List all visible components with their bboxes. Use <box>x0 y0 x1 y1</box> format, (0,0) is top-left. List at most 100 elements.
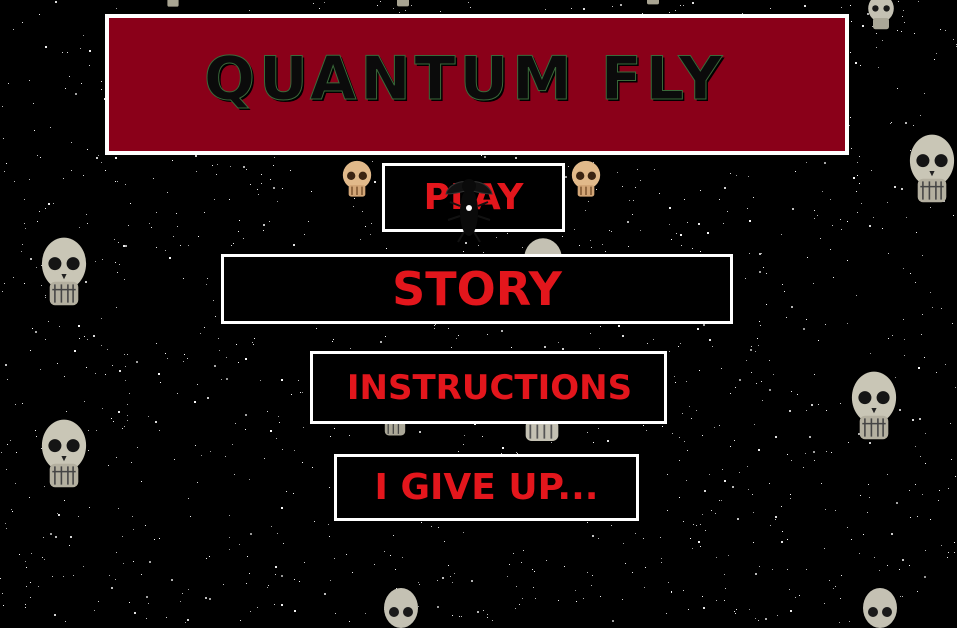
star <box>932 307 933 308</box>
star <box>6 469 7 470</box>
star <box>102 259 103 260</box>
star <box>955 387 956 388</box>
star <box>870 353 871 354</box>
star <box>66 411 67 412</box>
star <box>939 490 940 491</box>
star <box>955 476 956 477</box>
star <box>293 244 295 246</box>
star <box>674 376 675 377</box>
star <box>33 103 34 104</box>
star <box>789 410 791 412</box>
star <box>515 608 516 609</box>
star <box>891 533 893 535</box>
star <box>683 5 684 6</box>
star <box>182 593 183 594</box>
star <box>938 500 939 501</box>
star <box>840 598 841 599</box>
star <box>299 581 300 582</box>
star <box>7 379 8 380</box>
star <box>183 361 184 362</box>
star <box>329 536 330 537</box>
star <box>273 165 274 166</box>
star <box>709 474 710 475</box>
star <box>195 445 196 446</box>
star <box>829 580 830 581</box>
star <box>250 184 251 185</box>
star <box>860 65 861 66</box>
star <box>787 454 788 455</box>
star <box>887 565 888 566</box>
star <box>286 491 287 492</box>
star <box>235 423 236 424</box>
star <box>136 361 138 363</box>
star <box>814 374 815 375</box>
skull-icon <box>868 0 894 30</box>
star <box>483 252 484 253</box>
star <box>109 575 110 576</box>
star <box>216 174 217 175</box>
star <box>719 500 720 501</box>
star <box>789 589 790 590</box>
star <box>468 2 469 3</box>
star <box>6 528 7 529</box>
star <box>941 308 942 309</box>
star <box>167 358 168 359</box>
star <box>749 220 751 222</box>
star <box>198 236 199 237</box>
star <box>562 348 564 350</box>
star <box>35 331 37 333</box>
star <box>806 569 807 570</box>
star <box>435 324 436 325</box>
star <box>599 348 600 349</box>
star <box>124 426 125 427</box>
star <box>122 428 123 429</box>
star <box>464 435 465 436</box>
star <box>10 440 11 441</box>
star <box>702 514 703 515</box>
star <box>795 597 796 598</box>
star <box>617 172 618 173</box>
star <box>775 436 777 438</box>
star <box>119 370 121 372</box>
star <box>678 346 679 347</box>
star <box>936 372 937 373</box>
star <box>238 362 239 363</box>
instructions-button[interactable]: INSTRUCTIONS <box>310 351 667 424</box>
star <box>115 262 116 263</box>
star <box>243 166 245 168</box>
skull-icon <box>167 0 179 7</box>
star <box>118 411 120 413</box>
story-button[interactable]: STORY <box>221 254 733 324</box>
star <box>93 335 95 337</box>
star <box>654 169 655 170</box>
star <box>267 411 268 412</box>
star <box>824 548 825 549</box>
star <box>2 291 3 292</box>
star <box>87 149 88 150</box>
star <box>906 217 907 218</box>
star <box>591 247 592 248</box>
star <box>735 387 736 388</box>
star <box>661 562 662 563</box>
star <box>612 620 614 622</box>
star <box>487 617 488 618</box>
star <box>12 511 13 512</box>
star <box>609 230 610 231</box>
star <box>101 81 102 82</box>
star <box>507 576 508 577</box>
star <box>450 576 451 577</box>
star <box>813 283 814 284</box>
star <box>813 451 815 453</box>
star <box>250 611 251 612</box>
star <box>113 421 114 422</box>
star <box>270 430 272 432</box>
star <box>0 578 1 579</box>
star <box>98 601 99 602</box>
star <box>258 194 259 195</box>
star <box>36 436 37 437</box>
give-up-button[interactable]: I GIVE UP... <box>334 454 639 521</box>
star <box>30 350 31 351</box>
star <box>950 423 951 424</box>
star <box>393 535 394 536</box>
star <box>219 350 220 351</box>
